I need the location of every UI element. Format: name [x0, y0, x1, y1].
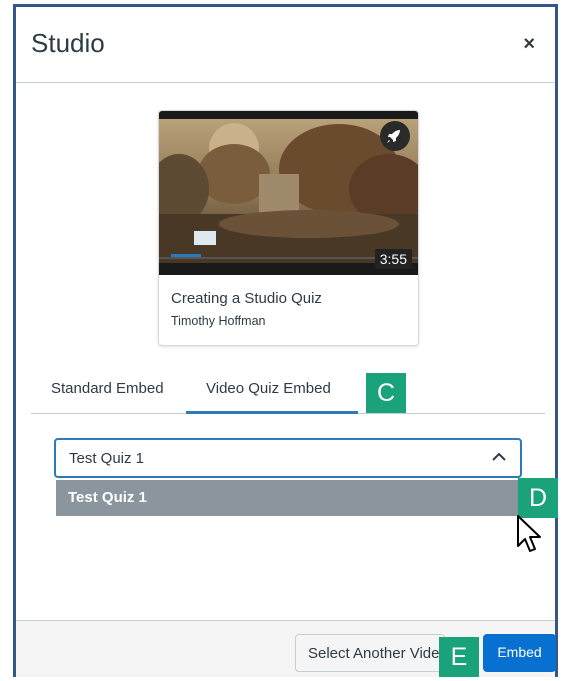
callout-d: D	[518, 478, 558, 518]
embed-button[interactable]: Embed	[483, 634, 556, 672]
chevron-up-icon	[492, 452, 506, 461]
embed-button-label: Embed	[497, 644, 542, 660]
quiz-select-value: Test Quiz 1	[69, 450, 145, 467]
duration-badge: 3:55	[374, 249, 412, 269]
video-thumbnail[interactable]: 3:55	[159, 111, 418, 275]
video-title: Creating a Studio Quiz	[171, 290, 322, 307]
studio-dialog: Studio × 3:55 Creating a Studio Quiz Tim…	[13, 4, 558, 677]
active-tab-indicator	[186, 411, 358, 414]
embed-tabs: Standard Embed Video Quiz Embed	[31, 374, 545, 414]
dialog-title: Studio	[31, 28, 105, 58]
tab-standard-embed[interactable]: Standard Embed	[51, 380, 164, 397]
tab-video-quiz-embed[interactable]: Video Quiz Embed	[206, 380, 331, 397]
callout-e: E	[439, 637, 479, 677]
dialog-footer: Select Another Video E Embed	[16, 620, 556, 677]
video-author: Timothy Hoffman	[171, 314, 266, 328]
quiz-option-label: Test Quiz 1	[68, 489, 147, 506]
quiz-select[interactable]: Test Quiz 1	[54, 438, 522, 478]
select-another-video-label: Select Another Video	[308, 645, 445, 662]
dialog-header: Studio ×	[16, 7, 555, 83]
select-another-video-button[interactable]: Select Another Video	[295, 634, 445, 672]
quiz-option[interactable]: Test Quiz 1	[56, 480, 520, 516]
rocket-icon	[380, 121, 410, 151]
callout-c: C	[366, 373, 406, 413]
mouse-pointer-icon	[517, 515, 541, 552]
close-icon[interactable]: ×	[523, 34, 535, 54]
video-card[interactable]: 3:55 Creating a Studio Quiz Timothy Hoff…	[158, 110, 419, 346]
